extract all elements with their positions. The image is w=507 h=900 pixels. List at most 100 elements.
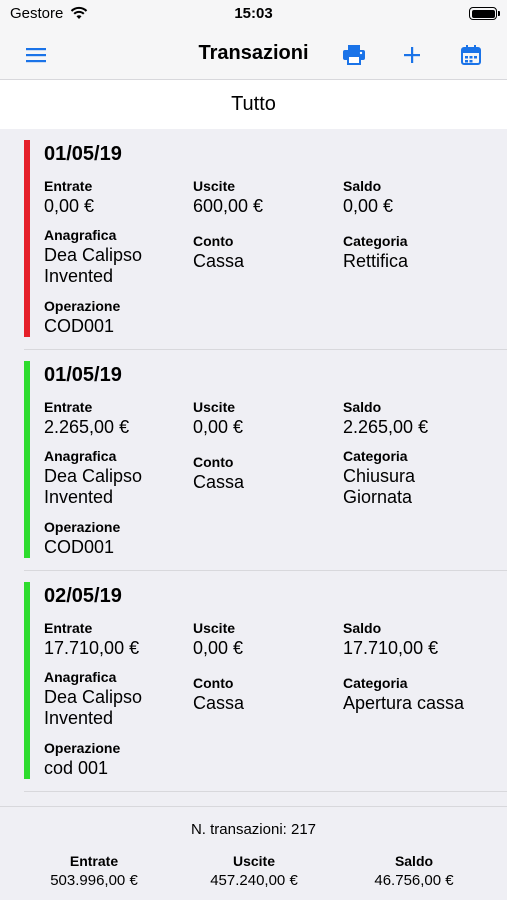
conto-label: Conto: [193, 233, 234, 249]
uscite-label: Uscite: [193, 620, 236, 636]
entrate-cell: Entrate 17.710,00 €: [44, 619, 189, 659]
categoria-line: Rettifica: [343, 251, 409, 271]
conto-cell: Conto Cassa: [193, 674, 338, 714]
transaction-card[interactable]: 01/05/19 Entrate 0,00 € Uscite 600,00 € …: [24, 129, 507, 350]
row-divider: [24, 791, 507, 792]
entrate-value: 2.265,00 €: [44, 417, 130, 437]
total-entrate-label: Entrate: [69, 853, 119, 869]
filter-selector[interactable]: Tutto: [0, 80, 507, 129]
operazione-value: COD001: [44, 316, 115, 336]
categoria-label: Categoria: [343, 448, 408, 464]
uscite-cell: Uscite 0,00 €: [193, 398, 338, 438]
page-title: Transazioni: [198, 42, 309, 64]
status-bar-positive: [24, 582, 30, 779]
total-entrate: Entrate 503.996,00 €: [24, 852, 164, 890]
calendar-button[interactable]: [456, 40, 486, 70]
transaction-date: 02/05/19: [44, 585, 122, 607]
operazione-value: cod 001: [44, 758, 109, 778]
conto-label: Conto: [193, 454, 234, 470]
print-button[interactable]: [339, 40, 369, 70]
anagrafica-line: Invented: [44, 487, 114, 507]
entrate-cell: Entrate 2.265,00 €: [44, 398, 189, 438]
total-saldo: Saldo 46.756,00 €: [344, 852, 484, 890]
uscite-value: 0,00 €: [193, 638, 244, 658]
conto-cell: Conto Cassa: [193, 232, 338, 272]
categoria-cell: Categoria Rettifica: [343, 232, 488, 272]
entrate-value: 17.710,00 €: [44, 638, 140, 658]
anagrafica-cell: Anagrafica Dea Calipso Invented: [44, 226, 189, 287]
transaction-list[interactable]: 01/05/19 Entrate 0,00 € Uscite 600,00 € …: [0, 129, 507, 801]
calendar-icon: [461, 45, 481, 65]
conto-label: Conto: [193, 675, 234, 691]
anagrafica-label: Anagrafica: [44, 448, 117, 464]
saldo-cell: Saldo 17.710,00 €: [343, 619, 488, 659]
anagrafica-cell: Anagrafica Dea Calipso Invented: [44, 447, 189, 508]
operazione-value: COD001: [44, 537, 115, 557]
operazione-cell: Operazione COD001: [44, 518, 189, 558]
transaction-card[interactable]: 01/05/19 Entrate 2.265,00 € Uscite 0,00 …: [24, 350, 507, 571]
categoria-line: Chiusura: [343, 466, 416, 486]
nav-bar: Transazioni: [0, 30, 507, 80]
uscite-label: Uscite: [193, 178, 236, 194]
entrate-label: Entrate: [44, 399, 93, 415]
summary-footer: N. transazioni: 217 Entrate 503.996,00 €…: [0, 806, 507, 900]
uscite-label: Uscite: [193, 399, 236, 415]
anagrafica-line: Dea Calipso: [44, 466, 143, 486]
saldo-value: 0,00 €: [343, 196, 394, 216]
total-uscite-label: Uscite: [232, 853, 276, 869]
total-saldo-value: 46.756,00 €: [374, 872, 454, 889]
operazione-cell: Operazione cod 001: [44, 739, 189, 779]
saldo-cell: Saldo 2.265,00 €: [343, 398, 488, 438]
categoria-cell: Categoria Chiusura Giornata: [343, 447, 488, 508]
anagrafica-label: Anagrafica: [44, 669, 117, 685]
anagrafica-line: Invented: [44, 708, 114, 728]
printer-icon: [343, 45, 365, 65]
uscite-value: 0,00 €: [193, 417, 244, 437]
transaction-count: N. transazioni: 217: [190, 821, 317, 838]
conto-cell: Conto Cassa: [193, 453, 338, 493]
saldo-label: Saldo: [343, 399, 382, 415]
status-bar-positive: [24, 361, 30, 558]
conto-value: Cassa: [193, 472, 245, 492]
operazione-cell: Operazione COD001: [44, 297, 189, 337]
saldo-label: Saldo: [343, 620, 382, 636]
add-button[interactable]: [397, 40, 427, 70]
operazione-label: Operazione: [44, 740, 121, 756]
entrate-label: Entrate: [44, 178, 93, 194]
conto-value: Cassa: [193, 251, 245, 271]
total-saldo-label: Saldo: [394, 853, 434, 869]
battery-icon: [469, 7, 500, 20]
plus-icon: [404, 47, 420, 63]
operazione-label: Operazione: [44, 298, 121, 314]
categoria-label: Categoria: [343, 675, 408, 691]
total-uscite-value: 457.240,00 €: [210, 872, 298, 889]
anagrafica-label: Anagrafica: [44, 227, 117, 243]
categoria-line: Giornata: [343, 487, 413, 507]
entrate-label: Entrate: [44, 620, 93, 636]
categoria-line: Apertura cassa: [343, 693, 465, 713]
transaction-card[interactable]: 02/05/19 Entrate 17.710,00 € Uscite 0,00…: [24, 571, 507, 792]
entrate-cell: Entrate 0,00 €: [44, 177, 189, 217]
saldo-value: 2.265,00 €: [343, 417, 429, 437]
categoria-cell: Categoria Apertura cassa: [343, 674, 503, 714]
saldo-value: 17.710,00 €: [343, 638, 439, 658]
anagrafica-line: Dea Calipso: [44, 687, 143, 707]
transaction-date: 01/05/19: [44, 364, 122, 386]
saldo-label: Saldo: [343, 178, 382, 194]
anagrafica-line: Dea Calipso: [44, 245, 143, 265]
status-bar-negative: [24, 140, 30, 337]
total-entrate-value: 503.996,00 €: [50, 872, 138, 889]
uscite-cell: Uscite 600,00 €: [193, 177, 338, 217]
uscite-cell: Uscite 0,00 €: [193, 619, 338, 659]
anagrafica-line: Invented: [44, 266, 114, 286]
clock: 15:03: [234, 5, 273, 22]
total-uscite: Uscite 457.240,00 €: [184, 852, 324, 890]
transaction-date: 01/05/19: [44, 143, 122, 165]
conto-value: Cassa: [193, 693, 245, 713]
uscite-value: 600,00 €: [193, 196, 264, 216]
saldo-cell: Saldo 0,00 €: [343, 177, 488, 217]
operazione-label: Operazione: [44, 519, 121, 535]
entrate-value: 0,00 €: [44, 196, 95, 216]
categoria-label: Categoria: [343, 233, 408, 249]
status-bar: Gestore 15:03: [0, 0, 507, 30]
